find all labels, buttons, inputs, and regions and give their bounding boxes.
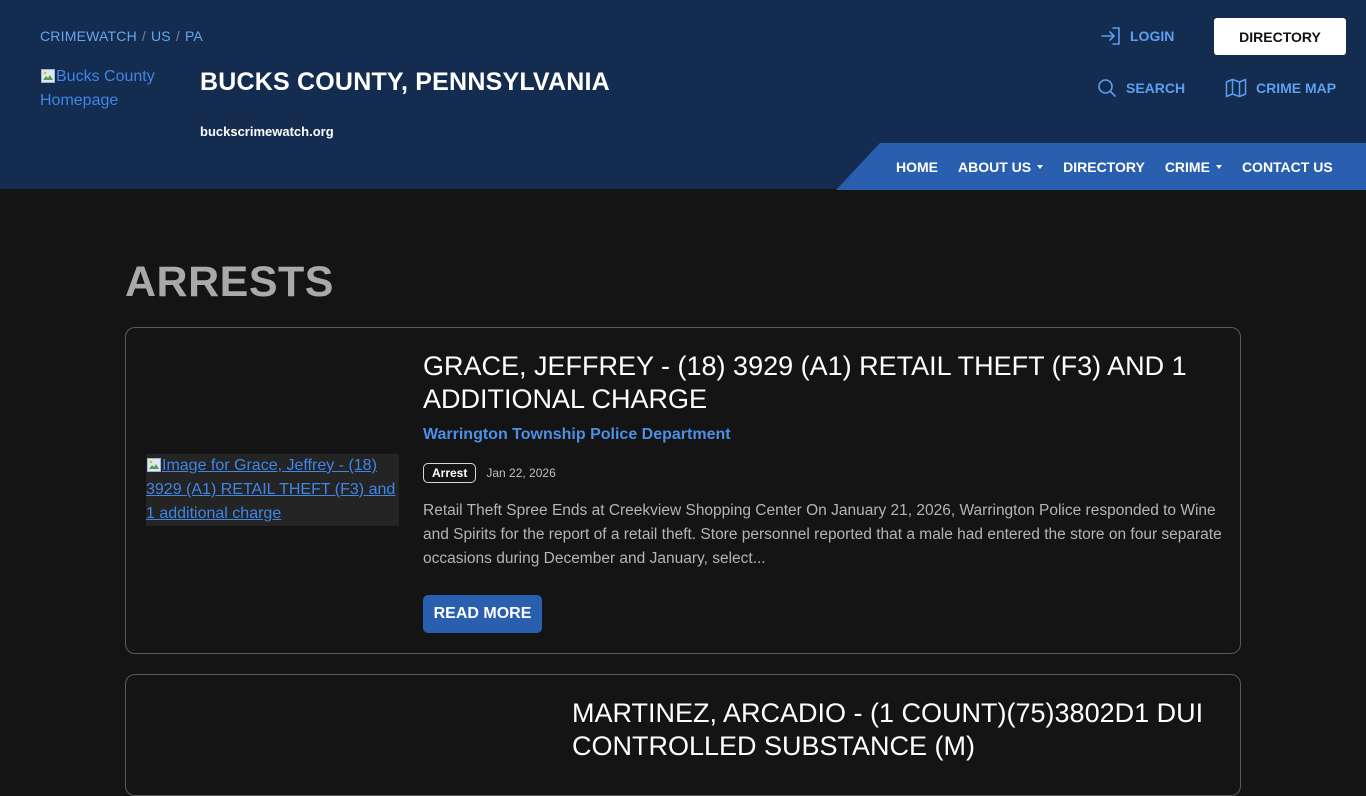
arrest-image-alt: Image for Grace, Jeffrey - (18) 3929 (A1…	[146, 457, 396, 522]
chevron-down-icon	[1215, 165, 1222, 169]
nav-contact-us-label: CONTACT US	[1241, 158, 1333, 175]
breadcrumb: CRIMEWATCH / US / PA	[40, 28, 203, 44]
county-logo-link[interactable]: Bucks County Homepage	[40, 65, 180, 113]
arrest-card: Image for Grace, Jeffrey - (18) 3929 (A1…	[125, 327, 1241, 654]
breadcrumb-crimewatch[interactable]: CRIMEWATCH	[40, 28, 137, 44]
map-icon	[1225, 78, 1247, 98]
nav-home-label: HOME	[896, 158, 938, 175]
nav-crime[interactable]: CRIME	[1165, 159, 1222, 175]
crime-map-link[interactable]: CRIME MAP	[1225, 78, 1336, 98]
arrest-title-link[interactable]: MARTINEZ, ARCADIO - (1 COUNT)(75)3802D1 …	[572, 697, 1222, 763]
arrest-image-link[interactable]: Image for Grace, Jeffrey - (18) 3929 (A1…	[146, 454, 399, 526]
nav-contact-us[interactable]: CONTACT US	[1242, 159, 1333, 175]
directory-button[interactable]: DIRECTORY	[1214, 18, 1346, 55]
breadcrumb-separator: /	[175, 28, 180, 44]
site-title: BUCKS COUNTY, PENNSYLVANIA	[200, 68, 610, 96]
broken-image-icon	[41, 69, 55, 83]
search-label: SEARCH	[1126, 80, 1186, 96]
nav-crime-label: CRIME	[1164, 158, 1210, 175]
page-title: ARRESTS	[125, 258, 334, 306]
login-label: LOGIN	[1130, 28, 1175, 44]
arrest-title-link[interactable]: GRACE, JEFFREY - (18) 3929 (A1) RETAIL T…	[423, 350, 1213, 416]
nav-home[interactable]: HOME	[896, 159, 938, 175]
search-icon	[1098, 79, 1116, 97]
breadcrumb-us[interactable]: US	[151, 28, 171, 44]
site-header: CRIMEWATCH / US / PA Bucks County Homepage B…	[0, 0, 1366, 190]
crime-map-label: CRIME MAP	[1256, 80, 1337, 96]
login-link[interactable]: LOGIN	[1100, 26, 1174, 46]
read-more-button[interactable]: READ MORE	[423, 595, 542, 633]
post-meta: Arrest Jan 22, 2026	[423, 463, 556, 483]
broken-image-icon	[147, 458, 161, 472]
search-link[interactable]: SEARCH	[1097, 78, 1185, 98]
arrest-card: MARTINEZ, ARCADIO - (1 COUNT)(75)3802D1 …	[125, 674, 1241, 796]
logo-alt-text: Bucks County Homepage	[40, 68, 155, 109]
site-url-link[interactable]: buckscrimewatch.org	[200, 124, 334, 139]
agency-link[interactable]: Warrington Township Police Department	[423, 426, 731, 444]
nav-about-us[interactable]: ABOUT US	[958, 158, 1044, 175]
nav-about-us-label: ABOUT US	[958, 158, 1032, 175]
chevron-down-icon	[1037, 165, 1044, 169]
post-excerpt: Retail Theft Spree Ends at Creekview Sho…	[423, 502, 1222, 567]
main-nav: HOME ABOUT US DIRECTORY CRIME CONTACT US	[896, 143, 1353, 190]
nav-directory-label: DIRECTORY	[1063, 158, 1145, 175]
post-date: Jan 22, 2026	[486, 466, 556, 480]
category-badge[interactable]: Arrest	[423, 463, 477, 483]
login-icon	[1101, 27, 1120, 45]
breadcrumb-separator: /	[141, 28, 146, 44]
breadcrumb-pa[interactable]: PA	[185, 28, 203, 44]
nav-directory[interactable]: DIRECTORY	[1063, 159, 1145, 175]
